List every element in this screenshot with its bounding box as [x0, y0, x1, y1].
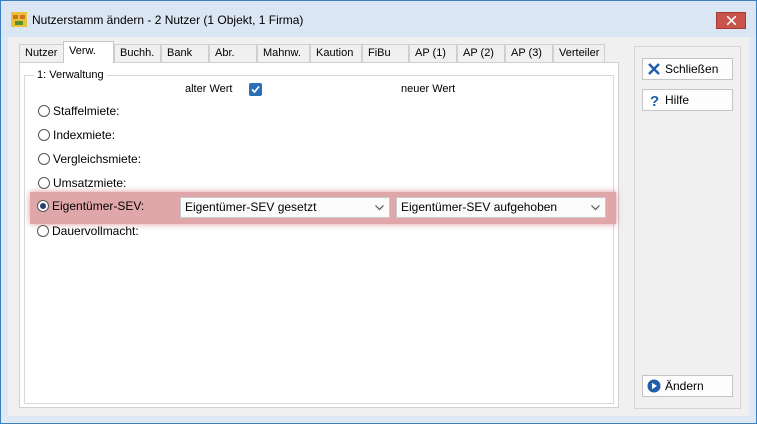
tab-ap-1[interactable]: AP (1)	[409, 44, 457, 62]
label-eigentuemer-sev: Eigentümer-SEV:	[52, 199, 145, 213]
close-icon	[727, 16, 736, 25]
radio-umsatzmiete[interactable]	[38, 177, 50, 189]
svg-text:?: ?	[650, 93, 659, 107]
help-button-label: Hilfe	[665, 93, 690, 107]
apply-button[interactable]: Ändern	[642, 375, 733, 397]
tab-ap-2[interactable]: AP (2)	[457, 44, 505, 62]
dialog-window: Nutzerstamm ändern - 2 Nutzer (1 Objekt,…	[0, 0, 757, 424]
tab-verteiler[interactable]: Verteiler	[553, 44, 605, 62]
action-panel: Schließen ? Hilfe Ändern	[634, 46, 741, 409]
chevron-down-icon	[375, 205, 384, 211]
dialog-client-area: Nutzer Verw. Buchh. Bank Abr. Mahnw. Kau…	[8, 37, 749, 416]
radio-eigentuemer-sev[interactable]	[37, 200, 49, 212]
tab-verw[interactable]: Verw.	[63, 41, 114, 63]
radio-indexmiete[interactable]	[38, 129, 50, 141]
old-value-checkbox[interactable]	[249, 83, 262, 96]
label-staffelmiete: Staffelmiete:	[53, 104, 120, 118]
help-icon: ?	[650, 93, 659, 107]
tab-abr[interactable]: Abr.	[209, 44, 257, 62]
window-close-button[interactable]	[716, 12, 746, 29]
checkmark-icon	[251, 85, 260, 94]
help-button[interactable]: ? Hilfe	[642, 89, 733, 111]
label-indexmiete: Indexmiete:	[53, 128, 116, 142]
radio-dauervollmacht[interactable]	[37, 225, 49, 237]
radio-vergleichsmiete[interactable]	[38, 153, 50, 165]
label-umsatzmiete: Umsatzmiete:	[53, 176, 127, 190]
new-value-header: neuer Wert	[401, 83, 456, 95]
old-value-dropdown[interactable]: Eigentümer-SEV gesetzt	[180, 197, 390, 218]
new-value-dropdown[interactable]: Eigentümer-SEV aufgehoben	[396, 197, 606, 218]
group-legend: 1: Verwaltung	[34, 69, 107, 81]
window-title: Nutzerstamm ändern - 2 Nutzer (1 Objekt,…	[32, 13, 304, 27]
tab-kaution[interactable]: Kaution	[310, 44, 362, 62]
radio-staffelmiete[interactable]	[38, 105, 50, 117]
tab-fibu[interactable]: FiBu	[362, 44, 409, 62]
close-button[interactable]: Schließen	[642, 58, 733, 80]
label-dauervollmacht: Dauervollmacht:	[52, 224, 139, 238]
label-vergleichsmiete: Vergleichsmiete:	[53, 152, 142, 166]
title-bar[interactable]: Nutzerstamm ändern - 2 Nutzer (1 Objekt,…	[1, 1, 756, 37]
tab-bank[interactable]: Bank	[161, 44, 209, 62]
app-icon	[11, 12, 27, 27]
old-value-header: alter Wert	[185, 83, 233, 95]
close-icon	[648, 63, 660, 75]
old-value-dropdown-text: Eigentümer-SEV gesetzt	[185, 200, 317, 214]
play-icon	[647, 379, 661, 393]
chevron-down-icon	[591, 205, 600, 211]
new-value-dropdown-text: Eigentümer-SEV aufgehoben	[401, 200, 558, 214]
tab-ap-3[interactable]: AP (3)	[505, 44, 553, 62]
close-button-label: Schließen	[665, 62, 719, 76]
verwaltung-groupbox	[24, 75, 614, 404]
apply-button-label: Ändern	[665, 379, 704, 393]
tab-mahnw[interactable]: Mahnw.	[257, 44, 310, 62]
tab-nutzer[interactable]: Nutzer	[19, 44, 64, 62]
tab-buchh[interactable]: Buchh.	[114, 44, 161, 62]
